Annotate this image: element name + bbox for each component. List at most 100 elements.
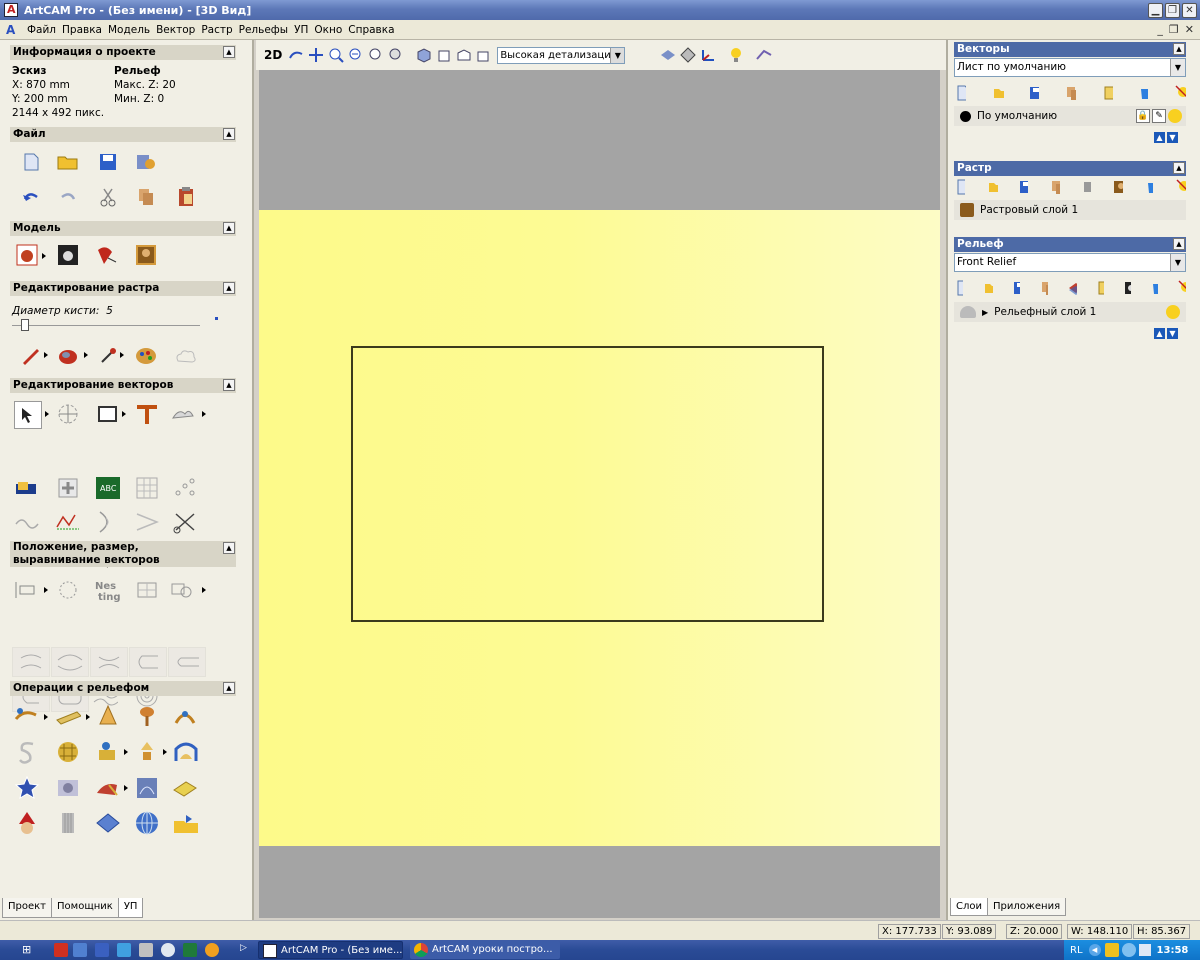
axes-icon[interactable] (699, 46, 717, 64)
expand-arrow-icon[interactable]: ▶ (982, 308, 988, 317)
language-indicator[interactable]: RL (1070, 945, 1083, 956)
relief-layer-1[interactable]: ▶ Рельефный слой 1 (954, 302, 1186, 322)
copy-icon[interactable] (133, 184, 159, 210)
delete-layer-icon[interactable] (1151, 281, 1158, 295)
dropdown-arrow-icon[interactable] (42, 253, 46, 259)
menu-vector[interactable]: Вектор (153, 24, 198, 36)
new-layer-icon[interactable] (956, 85, 967, 101)
bitmap-to-vector-icon[interactable] (170, 401, 196, 427)
section-raster-edit[interactable]: Редактирование растра ▲ (10, 281, 236, 296)
wrap-relief-icon[interactable] (172, 739, 198, 765)
artcam-menu-icon[interactable]: A (6, 23, 20, 37)
zoom-all-icon[interactable] (387, 46, 405, 64)
new-layer-icon[interactable] (956, 179, 965, 195)
grayscale-relief-icon[interactable] (55, 242, 81, 268)
zoom-window-icon[interactable] (367, 46, 385, 64)
vector-rectangle[interactable] (351, 346, 824, 622)
collapse-icon[interactable]: ▲ (223, 46, 235, 58)
tray-app-icon[interactable] (1104, 943, 1119, 957)
pen-icon[interactable]: ✎ (1152, 109, 1166, 123)
view-side-icon[interactable] (475, 46, 493, 64)
fillet-icon[interactable] (95, 509, 121, 535)
relief-layer-icon[interactable] (172, 775, 198, 801)
merge-layer-icon[interactable] (1103, 85, 1113, 101)
relief-shade-icon[interactable] (93, 242, 119, 268)
align-left-icon[interactable] (14, 577, 40, 603)
new-file-icon[interactable] (18, 149, 44, 175)
relief-scale-icon[interactable] (134, 739, 160, 765)
quicklaunch-save-icon[interactable] (95, 943, 109, 957)
render-settings-icon[interactable] (755, 46, 773, 64)
lock-icon[interactable]: 🔒 (1136, 109, 1150, 123)
dropdown-arrow-icon[interactable] (163, 749, 167, 755)
dropdown-arrow-icon[interactable] (44, 587, 48, 593)
section-project-info[interactable]: Информация о проекте ▲ (10, 45, 236, 60)
tab-project[interactable]: Проект (2, 898, 53, 918)
two-rail-sweep-icon[interactable] (172, 704, 198, 730)
model-size-icon[interactable] (14, 242, 40, 268)
collapse-icon[interactable]: ▲ (223, 379, 235, 391)
vector-sheet-select[interactable]: Лист по умолчанию ▼ (954, 58, 1186, 77)
relief-header[interactable]: Рельеф ▲ (954, 237, 1186, 252)
section-file[interactable]: Файл ▲ (10, 127, 236, 142)
raster-image-icon[interactable] (1113, 180, 1123, 194)
smooth-curve-icon[interactable] (14, 509, 40, 535)
relief-combine-icon[interactable] (1068, 281, 1077, 295)
open-folder-icon[interactable] (55, 149, 81, 175)
texture-relief-icon[interactable] (55, 775, 81, 801)
trim-scissors-icon[interactable] (172, 509, 198, 535)
taskbar-chrome-button[interactable]: ArtCAM уроки постро... (410, 941, 560, 959)
node-editing-icon[interactable] (14, 475, 40, 501)
dropdown-arrow-icon[interactable] (45, 411, 49, 417)
column-relief-icon[interactable] (55, 810, 81, 836)
collapse-icon[interactable]: ▲ (1173, 162, 1185, 174)
dropdown-arrow-icon[interactable] (202, 411, 206, 417)
bulb-icon[interactable] (1168, 109, 1182, 123)
layer-visibility-icon[interactable] (1174, 85, 1186, 101)
text-tool-icon[interactable] (134, 401, 160, 427)
section-model[interactable]: Модель ▲ (10, 221, 236, 236)
menu-edit[interactable]: Правка (59, 24, 105, 36)
menu-raster[interactable]: Растр (198, 24, 235, 36)
scatter-nodes-icon[interactable] (172, 475, 198, 501)
save-icon[interactable] (95, 149, 121, 175)
export-relief-icon[interactable] (172, 810, 198, 836)
extrude-icon[interactable] (55, 704, 81, 730)
redo-icon[interactable] (55, 184, 81, 210)
offset-shape-button-5[interactable] (168, 647, 206, 677)
weave-icon[interactable] (55, 739, 81, 765)
view-top-icon[interactable] (455, 46, 473, 64)
grayscale-icon[interactable] (1124, 281, 1132, 295)
fit-curves-icon[interactable] (55, 509, 81, 535)
quicklaunch-window-icon[interactable] (117, 943, 131, 957)
raster-layer-1[interactable]: Растровый слой 1 (954, 200, 1186, 220)
vector-layer-default[interactable]: По умолчанию 🔒 ✎ (954, 106, 1186, 126)
move-down-icon[interactable]: ▼ (1167, 132, 1178, 143)
blue-diamond-relief-icon[interactable] (95, 810, 121, 836)
quicklaunch-desktop-icon[interactable] (73, 943, 87, 957)
delete-layer-icon[interactable] (1139, 86, 1148, 100)
view-front-icon[interactable] (435, 46, 453, 64)
cut-icon[interactable] (95, 184, 121, 210)
dropdown-arrow-icon[interactable] (44, 714, 48, 720)
save-layer-icon[interactable] (1013, 281, 1020, 295)
face-wizard-icon[interactable] (134, 775, 160, 801)
raster-header[interactable]: Растр ▲ (954, 161, 1186, 176)
view-2d-button[interactable]: 2D (264, 48, 282, 62)
paste-component-icon[interactable] (95, 739, 121, 765)
nesting-icon[interactable]: Nes ting (94, 577, 120, 603)
dropdown-arrow-icon[interactable] (122, 411, 126, 417)
menu-help[interactable]: Справка (345, 24, 397, 36)
section-vector-edit[interactable]: Редактирование векторов ▲ (10, 378, 236, 393)
mdi-restore-button[interactable]: ❐ (1169, 23, 1179, 36)
copy-layer-icon[interactable] (1041, 281, 1049, 295)
move-up-icon[interactable]: ▲ (1154, 132, 1165, 143)
turn-icon[interactable] (134, 704, 160, 730)
open-layer-icon[interactable] (988, 181, 998, 193)
quicklaunch-calculator-icon[interactable] (139, 943, 153, 957)
open-layer-icon[interactable] (984, 282, 993, 294)
paste-icon[interactable] (173, 184, 199, 210)
collapse-icon[interactable]: ▲ (223, 682, 235, 694)
move-down-icon[interactable]: ▼ (1167, 328, 1178, 339)
copy-along-icon[interactable] (170, 577, 196, 603)
